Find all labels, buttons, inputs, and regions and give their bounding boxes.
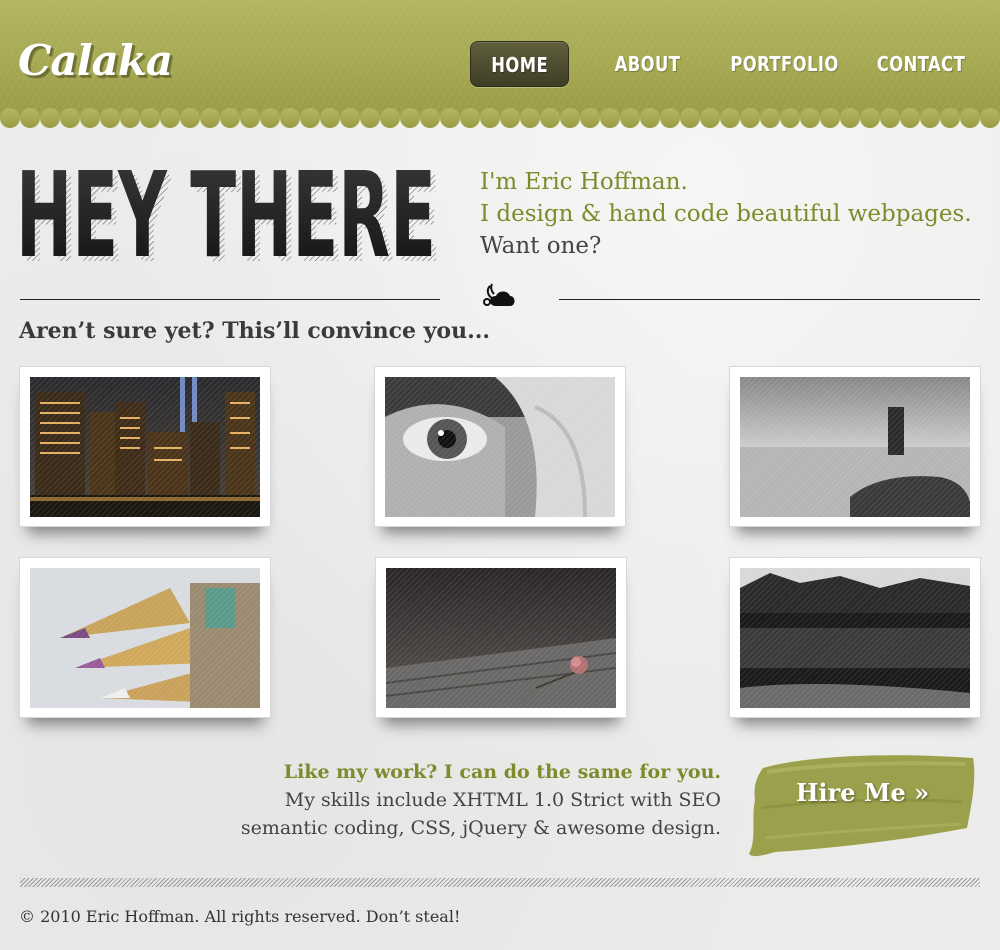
hire-headline: Like my work? I can do the same for you. [283, 761, 721, 783]
site-header: Calaka HOME ABOUT PORTFOLIO CONTACT [0, 0, 1000, 130]
hire-skills-line2: semantic coding, CSS, jQuery & awesome d… [240, 817, 721, 839]
portfolio-item-sea[interactable] [729, 366, 981, 527]
divider-left [20, 299, 440, 300]
intro-line-design: I design & hand code beautiful webpages. [480, 201, 972, 227]
ornament-icon [483, 283, 515, 306]
portfolio-image [30, 568, 260, 708]
nav-about[interactable]: ABOUT [609, 41, 687, 87]
copyright-text: © 2010 Eric Hoffman. All rights reserved… [19, 907, 461, 926]
portfolio-image [740, 377, 970, 517]
hire-pitch: Like my work? I can do the same for you.… [241, 758, 721, 842]
hire-me-button[interactable]: Hire Me » [745, 748, 980, 860]
divider-right [559, 299, 980, 300]
nav-contact[interactable]: CONTACT [875, 41, 967, 87]
portfolio-image [740, 568, 970, 708]
intro-line-question: Want one? [480, 233, 602, 259]
hero-title: HEY THERE HEY THERE [16, 158, 441, 268]
nav-home-label: HOME [491, 53, 548, 77]
portfolio-item-eye[interactable] [374, 366, 626, 527]
portfolio-heading: Aren’t sure yet? This’ll convince you... [19, 318, 491, 344]
portfolio-item-pencils[interactable] [19, 557, 271, 718]
hire-me-label: Hire Me » [795, 778, 930, 807]
portfolio-image [386, 568, 616, 708]
intro-text: I'm Eric Hoffman. I design & hand code b… [480, 166, 972, 262]
hire-skills-line1: My skills include XHTML 1.0 Strict with … [284, 789, 721, 811]
intro-line-name: I'm Eric Hoffman. [480, 169, 688, 195]
portfolio-item-city[interactable] [19, 366, 271, 527]
portfolio-image [385, 377, 615, 517]
portfolio-image [30, 377, 260, 517]
nav-home[interactable]: HOME [470, 41, 569, 87]
portfolio-item-rose[interactable] [375, 557, 627, 718]
main-nav: HOME ABOUT PORTFOLIO CONTACT [0, 41, 1000, 89]
portfolio-item-lake[interactable] [729, 557, 981, 718]
hero-title-text: HEY THERE [16, 158, 436, 268]
nav-portfolio[interactable]: PORTFOLIO [725, 41, 844, 87]
footer-divider [20, 878, 980, 887]
